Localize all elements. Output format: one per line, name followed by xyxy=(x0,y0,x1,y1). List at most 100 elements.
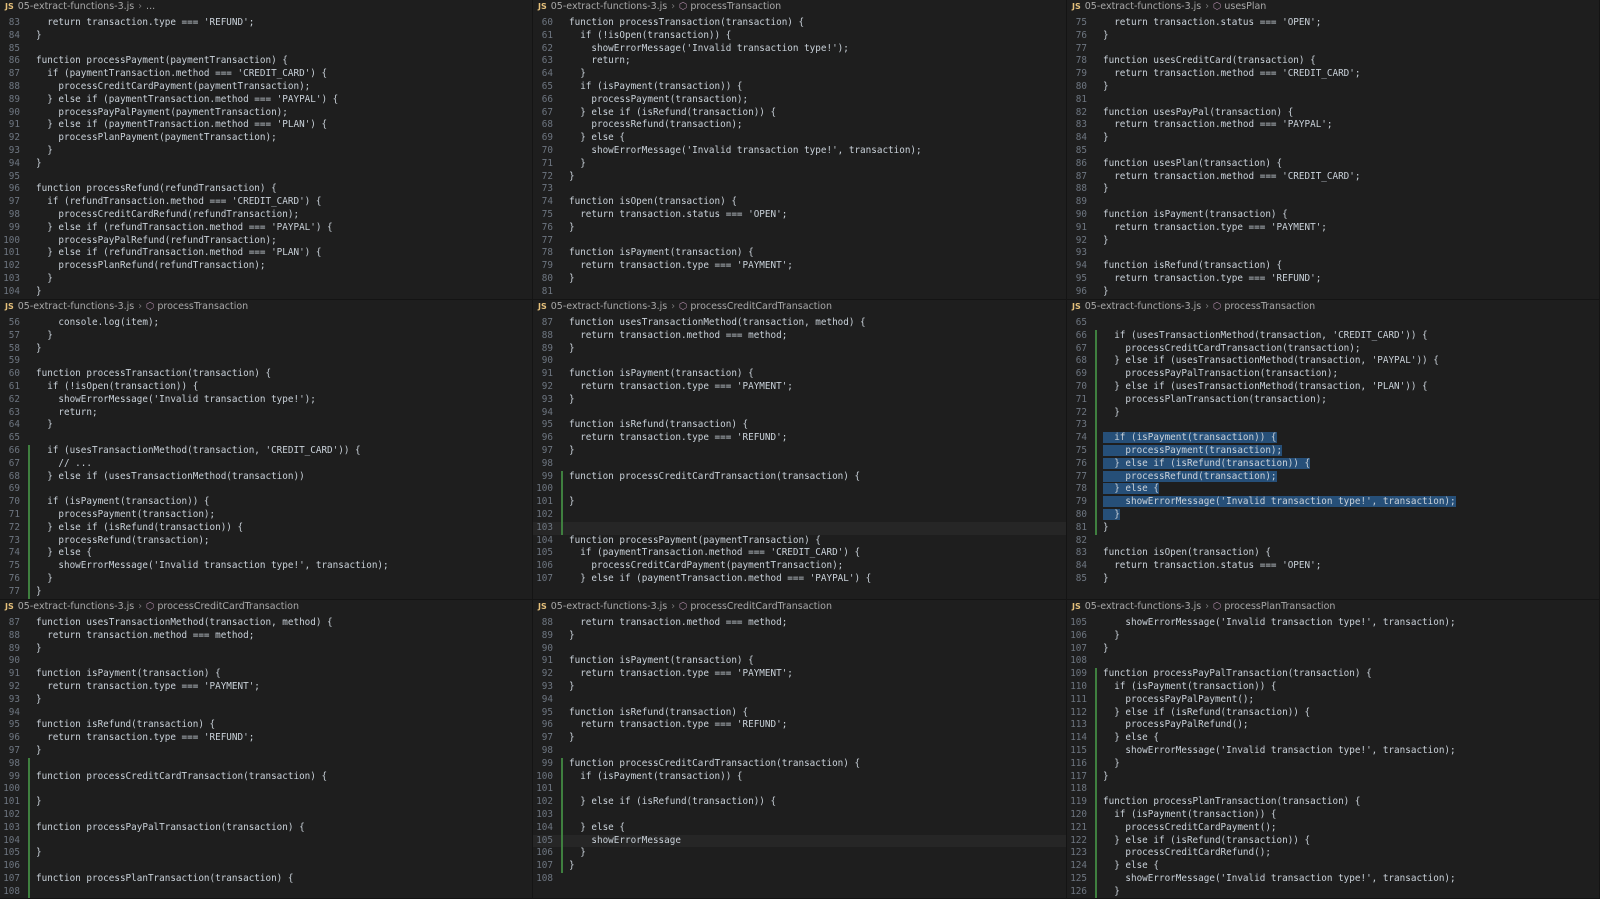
code-line[interactable]: 89} xyxy=(533,343,1066,356)
code-text[interactable]: return; xyxy=(36,407,97,418)
code-line[interactable]: 80 } xyxy=(1067,508,1599,522)
code-text[interactable]: if (paymentTransaction.method === 'CREDI… xyxy=(569,547,860,558)
code-line[interactable]: 90 xyxy=(533,643,1066,656)
code-text[interactable]: } else { xyxy=(1103,732,1159,743)
code-text[interactable]: return transaction.type === 'REFUND'; xyxy=(569,719,787,730)
code-text[interactable]: return transaction.status === 'OPEN'; xyxy=(1103,560,1321,571)
code-text[interactable]: } xyxy=(569,630,575,641)
code-area[interactable]: 105 showErrorMessage('Invalid transactio… xyxy=(1067,617,1599,898)
code-line[interactable]: 63 return; xyxy=(0,407,532,420)
code-line[interactable]: 103 xyxy=(533,808,1066,822)
code-line[interactable]: 93 } xyxy=(0,145,532,158)
code-text[interactable]: processPayment(transaction); xyxy=(569,94,748,105)
code-text[interactable]: } else if (isRefund(transaction)) { xyxy=(569,796,776,807)
code-line[interactable]: 99 } else if (refundTransaction.method =… xyxy=(0,222,532,235)
code-text[interactable]: } else if (usesTransactionMethod(transac… xyxy=(1103,355,1439,366)
code-text[interactable]: } xyxy=(36,586,42,597)
code-line[interactable]: 73 xyxy=(533,183,1066,196)
code-line[interactable]: 67 processCreditCardTransaction(transact… xyxy=(1067,342,1599,356)
code-text[interactable]: function processCreditCardTransaction(tr… xyxy=(569,471,860,482)
code-line[interactable]: 83 function isOpen(transaction) { xyxy=(1067,547,1599,560)
code-line[interactable]: 116 } xyxy=(1067,757,1599,771)
code-text[interactable]: processPayPalTransaction(transaction); xyxy=(1103,368,1338,379)
code-line[interactable]: 85} xyxy=(1067,573,1599,586)
code-text[interactable]: function processPayPalTransaction(transa… xyxy=(1103,668,1372,679)
code-line[interactable]: 68 processRefund(transaction); xyxy=(533,119,1066,132)
code-area[interactable]: 65 66 if (usesTransactionMethod(transacti… xyxy=(1067,317,1599,586)
code-text[interactable]: } xyxy=(36,419,53,430)
code-text[interactable]: function usesTransactionMethod(transacti… xyxy=(569,317,866,328)
code-line[interactable]: 96 return transaction.type === 'REFUND'; xyxy=(0,732,532,745)
breadcrumb-symbol[interactable]: processTransaction xyxy=(690,1,781,12)
code-line[interactable]: 93} xyxy=(533,394,1066,407)
code-line[interactable]: 106 xyxy=(0,860,532,873)
code-text[interactable]: } xyxy=(1103,407,1120,418)
code-text[interactable]: } xyxy=(36,796,42,807)
breadcrumb-file[interactable]: 05-extract-functions-3.js xyxy=(18,301,134,312)
code-text[interactable]: } xyxy=(1103,183,1109,194)
code-text[interactable]: processCreditCardRefund(); xyxy=(1103,847,1271,858)
code-text[interactable]: function processCreditCardTransaction(tr… xyxy=(36,771,327,782)
code-line[interactable]: 87 function usesTransactionMethod(transac… xyxy=(533,317,1066,330)
code-text[interactable]: } else if (refundTransaction.method === … xyxy=(36,222,332,233)
code-text[interactable]: } xyxy=(36,330,53,341)
code-text[interactable]: processPayment(transaction); xyxy=(1103,444,1283,456)
code-text[interactable]: return transaction.type === 'REFUND'; xyxy=(36,732,254,743)
code-text[interactable]: } xyxy=(1103,573,1109,584)
code-line[interactable]: 89 xyxy=(1067,196,1599,209)
code-text[interactable]: processCreditCardPayment(paymentTransact… xyxy=(36,81,310,92)
code-line[interactable]: 79 return transaction.type === 'PAYMENT'… xyxy=(533,260,1066,273)
code-text[interactable]: function isRefund(transaction) { xyxy=(1103,260,1282,271)
code-text[interactable]: if (usesTransactionMethod(transaction, '… xyxy=(36,445,360,456)
code-line[interactable]: 83 return transaction.method === 'PAYPAL… xyxy=(1067,119,1599,132)
code-line[interactable]: 120 if (isPayment(transaction)) { xyxy=(1067,808,1599,822)
code-line[interactable]: 97} xyxy=(533,445,1066,458)
code-line[interactable]: 77 xyxy=(533,235,1066,248)
breadcrumb[interactable]: JS 05-extract-functions-3.js › ⬡ processTran… xyxy=(533,0,1066,14)
code-line[interactable]: 104 xyxy=(0,834,532,848)
code-line[interactable]: 85 xyxy=(0,43,532,56)
code-line[interactable]: 96 function processRefund(refundTransacti… xyxy=(0,183,532,196)
code-line[interactable]: 101 xyxy=(533,783,1066,797)
code-line[interactable]: 105 showErrorMessage xyxy=(533,834,1066,848)
code-line[interactable]: 92 return transaction.type === 'PAYMENT'… xyxy=(0,681,532,694)
code-text[interactable]: } xyxy=(569,732,575,743)
code-text[interactable]: showErrorMessage('Invalid transaction ty… xyxy=(36,394,316,405)
breadcrumb-symbol[interactable]: processCreditCardTransaction xyxy=(157,601,299,612)
code-line[interactable]: 107} xyxy=(1067,643,1599,656)
breadcrumb[interactable]: JS 05-extract-functions-3.js › ⬡ processCred… xyxy=(0,600,532,614)
code-line[interactable]: 91 function isPayment(transaction) { xyxy=(0,668,532,681)
code-text[interactable]: processPayPalPayment(); xyxy=(1103,694,1254,705)
code-text[interactable]: if (usesTransactionMethod(transaction, '… xyxy=(1103,330,1427,341)
code-text[interactable]: return transaction.method === method; xyxy=(569,617,787,628)
code-line[interactable]: 64 } xyxy=(533,68,1066,81)
code-text[interactable]: function processPayPalTransaction(transa… xyxy=(36,822,305,833)
code-text[interactable]: } xyxy=(1103,81,1109,92)
editor-pane[interactable]: JS 05-extract-functions-3.js › ⬡ processTran… xyxy=(1067,300,1600,600)
code-text[interactable]: showErrorMessage('Invalid transaction ty… xyxy=(1103,496,1456,508)
code-text[interactable]: } else if (paymentTransaction.method ===… xyxy=(36,94,338,105)
code-line[interactable]: 73 processRefund(transaction); xyxy=(0,534,532,548)
code-area[interactable]: 56 console.log(item); 57 } 58} 59 60 function… xyxy=(0,317,532,599)
breadcrumb-symbol[interactable]: processTransaction xyxy=(1224,301,1315,312)
code-line[interactable]: 89} xyxy=(533,630,1066,643)
breadcrumb-file[interactable]: 05-extract-functions-3.js xyxy=(18,1,134,12)
code-text[interactable]: } xyxy=(569,496,575,507)
code-text[interactable]: return transaction.type === 'REFUND'; xyxy=(1103,273,1321,284)
code-text[interactable]: return transaction.type === 'REFUND'; xyxy=(36,17,254,28)
code-line[interactable]: 107} xyxy=(533,860,1066,873)
code-line[interactable]: 75 return transaction.status === 'OPEN'; xyxy=(1067,17,1599,30)
code-line[interactable]: 102 } else if (isRefund(transaction)) { xyxy=(533,796,1066,809)
code-text[interactable]: return transaction.type === 'PAYMENT'; xyxy=(569,260,793,271)
code-line[interactable]: 83 return transaction.type === 'REFUND'; xyxy=(0,17,532,30)
code-text[interactable]: } xyxy=(36,158,42,169)
code-area[interactable]: 87 function usesTransactionMethod(transac… xyxy=(0,617,532,898)
code-text[interactable]: } else if (usesTransactionMethod(transac… xyxy=(36,471,304,482)
code-line[interactable]: 89 } else if (paymentTransaction.method … xyxy=(0,94,532,107)
code-line[interactable]: 108 xyxy=(533,873,1066,886)
code-line[interactable]: 88 return transaction.method === method; xyxy=(533,330,1066,343)
code-line[interactable]: 90 xyxy=(0,655,532,668)
code-text[interactable]: processPayPalRefund(refundTransaction); xyxy=(36,235,276,246)
code-line[interactable]: 84} xyxy=(0,30,532,43)
code-text[interactable]: if (isPayment(transaction)) { xyxy=(569,771,742,782)
